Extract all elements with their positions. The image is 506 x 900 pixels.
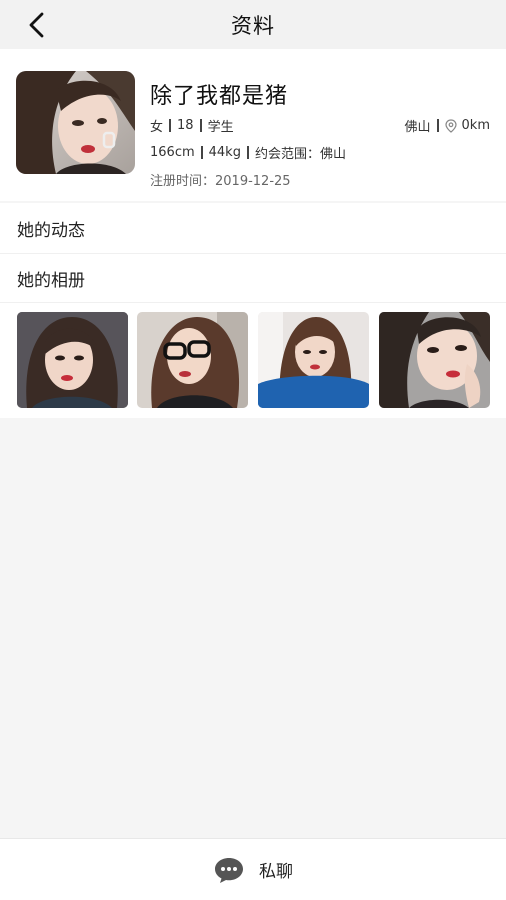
location-info: 佛山 0km [405,116,490,135]
private-chat-button[interactable]: 私聊 [0,838,506,900]
album-photo[interactable] [379,312,490,408]
chat-bubble-icon [213,856,245,884]
divider [436,119,439,132]
weight-text: 44kg [208,145,241,160]
height-text: 166cm [150,145,195,160]
divider [200,146,203,159]
basic-info-row: 女 18 学生 [150,116,234,135]
city-text: 佛山 [404,120,431,135]
avatar[interactable] [16,71,135,174]
album-photo[interactable] [258,312,369,408]
album-photo[interactable] [17,312,128,408]
her-album-label: 她的相册 [17,271,85,291]
occupation-text: 学生 [207,120,234,135]
date-range-text: 约会范围：佛山 [254,147,346,162]
distance-text: 0km [461,118,490,133]
top-bar: 资料 [0,0,506,49]
back-button[interactable] [22,10,52,40]
album-photo[interactable] [137,312,248,408]
body-info-row: 166cm 44kg 约会范围：佛山 [150,143,346,162]
private-chat-label: 私聊 [259,862,293,882]
location-pin-icon [444,118,457,133]
divider [199,119,202,132]
back-arrow-icon [29,12,44,38]
profile-card: 除了我都是猪 女 18 学生 佛山 0km 166cm 44kg 约会范围：佛山… [0,49,506,201]
her-dynamics-label: 她的动态 [17,220,85,241]
page-title: 资料 [231,13,275,38]
album-photo-strip [0,302,506,418]
register-date: 注册时间：2019-12-25 [150,174,291,189]
her-dynamics-link[interactable]: 她的动态 [0,203,506,253]
age-text: 18 [177,118,194,133]
gender-text: 女 [150,120,164,135]
divider [246,146,249,159]
divider [169,119,172,132]
profile-name: 除了我都是猪 [150,84,289,109]
her-album-link[interactable]: 她的相册 [0,253,506,303]
